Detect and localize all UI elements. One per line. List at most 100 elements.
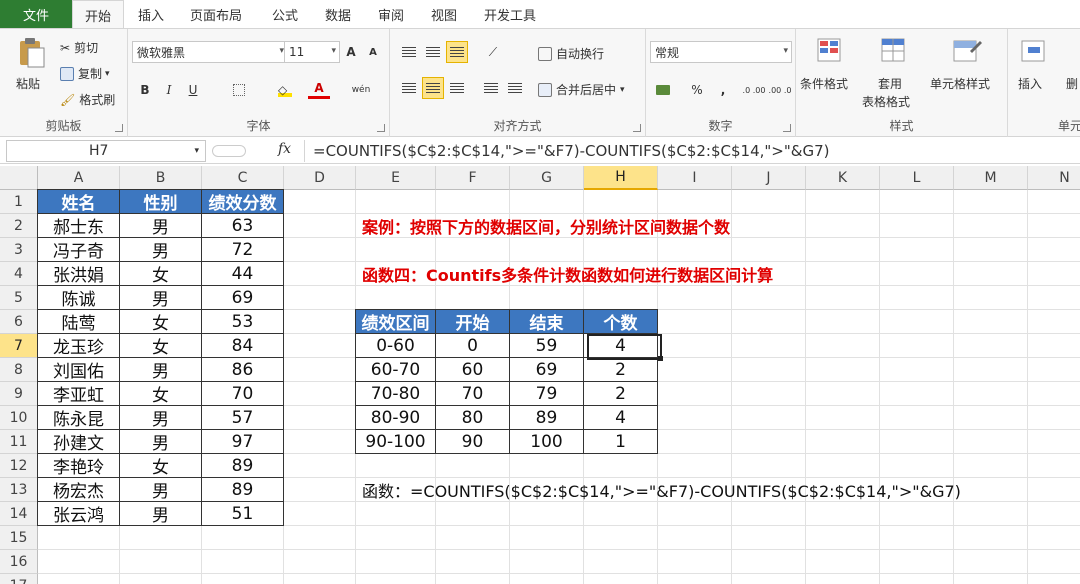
table-cell[interactable]: 57: [201, 405, 284, 430]
insert-cells-button[interactable]: 插入: [1018, 75, 1042, 92]
row-header[interactable]: 7: [0, 334, 38, 358]
column-header[interactable]: K: [806, 166, 880, 190]
table-cell[interactable]: 女: [119, 453, 202, 478]
row-header[interactable]: 15: [0, 526, 38, 550]
table-cell[interactable]: 冯子奇: [37, 237, 120, 262]
row-header[interactable]: 17: [0, 574, 38, 584]
table-cell[interactable]: 70: [435, 381, 510, 406]
cut-button[interactable]: ✂ 剪切: [60, 39, 98, 56]
row-header[interactable]: 5: [0, 286, 38, 310]
phonetic-icon[interactable]: wén: [350, 79, 372, 101]
cell-styles-button[interactable]: 单元格样式: [930, 75, 990, 92]
align-top-icon[interactable]: [398, 41, 420, 63]
table-header-cell[interactable]: 结束: [509, 309, 584, 334]
table-cell[interactable]: 张洪娟: [37, 261, 120, 286]
currency-icon[interactable]: [652, 79, 674, 101]
align-right-icon[interactable]: [446, 77, 468, 99]
fill-color-icon[interactable]: ◇: [274, 79, 296, 101]
percent-button[interactable]: %: [686, 79, 708, 101]
table-cell[interactable]: 60-70: [355, 357, 436, 382]
table-cell[interactable]: 0: [435, 333, 510, 358]
table-cell[interactable]: 0-60: [355, 333, 436, 358]
table-cell[interactable]: 69: [509, 357, 584, 382]
format-painter-button[interactable]: 🖌 格式刷: [60, 91, 115, 108]
table-header-cell[interactable]: 个数: [583, 309, 658, 334]
table-cell[interactable]: 97: [201, 429, 284, 454]
font-launcher-icon[interactable]: [377, 124, 385, 132]
table-cell[interactable]: 男: [119, 213, 202, 238]
row-header[interactable]: 10: [0, 406, 38, 430]
table-cell[interactable]: 郝士东: [37, 213, 120, 238]
row-header[interactable]: 1: [0, 190, 38, 214]
column-header[interactable]: E: [356, 166, 436, 190]
table-cell[interactable]: 张云鸿: [37, 501, 120, 526]
column-header[interactable]: I: [658, 166, 732, 190]
column-header[interactable]: J: [732, 166, 806, 190]
table-cell[interactable]: 2: [583, 357, 658, 382]
table-cell[interactable]: 1: [583, 429, 658, 454]
align-left-icon[interactable]: [398, 77, 420, 99]
clipboard-launcher-icon[interactable]: [115, 124, 123, 132]
table-cell[interactable]: 79: [509, 381, 584, 406]
comma-button[interactable]: ,: [712, 79, 734, 101]
align-middle-icon[interactable]: [422, 41, 444, 63]
table-cell[interactable]: 86: [201, 357, 284, 382]
paste-button[interactable]: 粘贴: [16, 75, 40, 92]
fill-handle[interactable]: [658, 356, 663, 361]
worksheet-grid[interactable]: ABCDEFGHIJKLMN 1234567891011121314151617…: [0, 166, 1080, 584]
table-cell[interactable]: 女: [119, 309, 202, 334]
table-cell[interactable]: 100: [509, 429, 584, 454]
table-cell[interactable]: 60: [435, 357, 510, 382]
table-cell[interactable]: 69: [201, 285, 284, 310]
font-size-select[interactable]: 11 ▾: [284, 41, 340, 63]
row-header[interactable]: 16: [0, 550, 38, 574]
select-all-corner[interactable]: [0, 166, 38, 190]
table-cell[interactable]: 孙建文: [37, 429, 120, 454]
borders-icon[interactable]: [228, 79, 250, 101]
table-cell[interactable]: 男: [119, 357, 202, 382]
align-center-icon[interactable]: [422, 77, 444, 99]
table-header-cell[interactable]: 绩效区间: [355, 309, 436, 334]
table-header-cell[interactable]: 开始: [435, 309, 510, 334]
alignment-launcher-icon[interactable]: [633, 124, 641, 132]
merge-center-button[interactable]: 合并后居中 ▾: [538, 81, 625, 98]
column-header[interactable]: M: [954, 166, 1028, 190]
table-cell[interactable]: 89: [201, 477, 284, 502]
row-header[interactable]: 9: [0, 382, 38, 406]
row-header[interactable]: 6: [0, 310, 38, 334]
table-cell[interactable]: 70: [201, 381, 284, 406]
tab-formulas[interactable]: 公式: [272, 0, 298, 28]
column-header[interactable]: N: [1028, 166, 1080, 190]
decrease-indent-icon[interactable]: [480, 77, 502, 99]
row-header[interactable]: 4: [0, 262, 38, 286]
table-cell[interactable]: 女: [119, 333, 202, 358]
table-cell[interactable]: 80-90: [355, 405, 436, 430]
font-color-icon[interactable]: A: [308, 79, 330, 99]
table-cell[interactable]: 男: [119, 237, 202, 262]
table-cell[interactable]: 59: [509, 333, 584, 358]
column-header[interactable]: F: [436, 166, 510, 190]
align-bottom-icon[interactable]: [446, 41, 468, 63]
table-cell[interactable]: 80: [435, 405, 510, 430]
tab-review[interactable]: 审阅: [378, 0, 404, 28]
column-header[interactable]: B: [120, 166, 202, 190]
column-header[interactable]: D: [284, 166, 356, 190]
column-header[interactable]: L: [880, 166, 954, 190]
table-cell[interactable]: 龙玉珍: [37, 333, 120, 358]
format-as-table-button[interactable]: 套用: [878, 75, 902, 92]
table-cell[interactable]: 李亚虹: [37, 381, 120, 406]
table-cell[interactable]: 男: [119, 405, 202, 430]
table-header-cell[interactable]: 绩效分数: [201, 189, 284, 214]
table-cell[interactable]: 男: [119, 285, 202, 310]
table-header-cell[interactable]: 性别: [119, 189, 202, 214]
table-cell[interactable]: 刘国佑: [37, 357, 120, 382]
bold-button[interactable]: B: [134, 79, 156, 101]
decrease-decimal-button[interactable]: .00 .0: [768, 79, 792, 101]
table-cell[interactable]: 90: [435, 429, 510, 454]
grow-font-button[interactable]: A: [340, 41, 362, 63]
row-header[interactable]: 2: [0, 214, 38, 238]
table-cell[interactable]: 70-80: [355, 381, 436, 406]
table-cell[interactable]: 陈诚: [37, 285, 120, 310]
table-cell[interactable]: 51: [201, 501, 284, 526]
underline-button[interactable]: U: [182, 79, 204, 101]
